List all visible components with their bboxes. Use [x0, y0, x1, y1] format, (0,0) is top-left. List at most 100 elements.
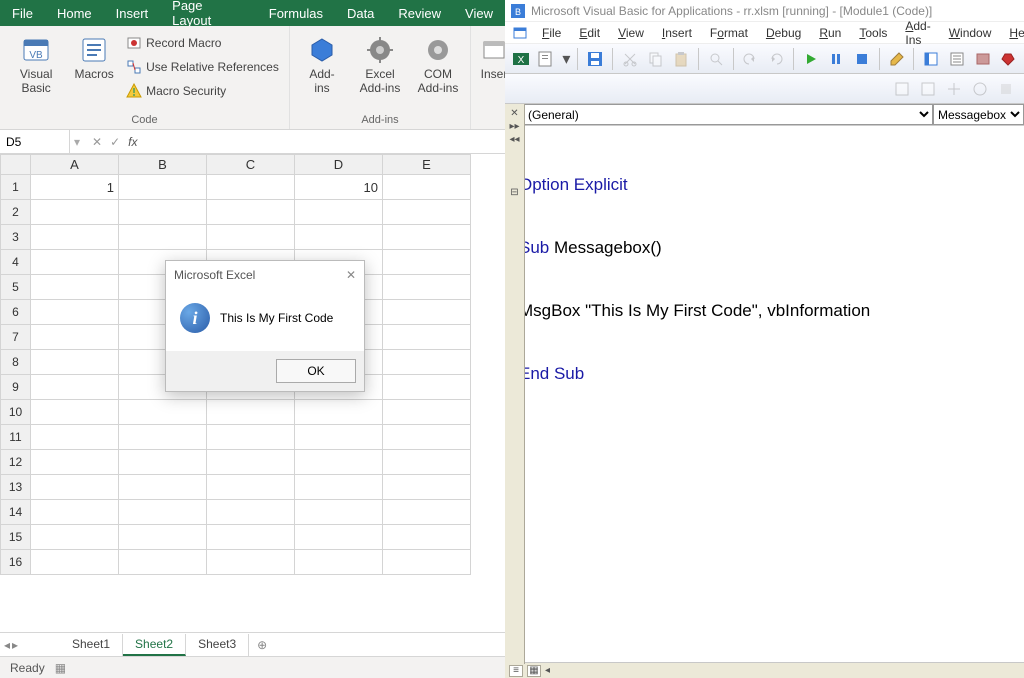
toolbox-icon[interactable]	[996, 47, 1020, 71]
ribbon-tab-review[interactable]: Review	[386, 0, 453, 26]
macro-record-status-icon[interactable]: ▦	[55, 661, 66, 675]
vba-titlebar[interactable]: B Microsoft Visual Basic for Application…	[505, 0, 1024, 22]
view-excel-icon[interactable]: X	[509, 47, 533, 71]
use-relative-references-button[interactable]: Use Relative References	[126, 56, 279, 78]
cell-A8[interactable]	[31, 350, 119, 375]
cell-E1[interactable]	[383, 175, 471, 200]
row-header-10[interactable]: 10	[1, 400, 31, 425]
cell-A12[interactable]	[31, 450, 119, 475]
visual-basic-button[interactable]: VB Visual Basic	[10, 30, 62, 108]
cell-E14[interactable]	[383, 500, 471, 525]
cell-E3[interactable]	[383, 225, 471, 250]
addins-button[interactable]: Add- ins	[296, 30, 348, 108]
vba-pane-splitter[interactable]: ✕ ▸▸ ◂◂ ⊟	[505, 104, 525, 664]
cell-D10[interactable]	[295, 400, 383, 425]
cell-A13[interactable]	[31, 475, 119, 500]
vba-menu-view[interactable]: View	[611, 24, 651, 42]
cell-E10[interactable]	[383, 400, 471, 425]
insert-module-icon[interactable]	[535, 47, 559, 71]
cell-C13[interactable]	[207, 475, 295, 500]
ribbon-tab-formulas[interactable]: Formulas	[257, 0, 335, 26]
vba-menu-format[interactable]: Format	[703, 24, 755, 42]
name-box-input[interactable]	[6, 135, 63, 149]
sheet-tab-sheet3[interactable]: Sheet3	[186, 634, 249, 656]
ribbon-tab-data[interactable]: Data	[335, 0, 386, 26]
cell-D13[interactable]	[295, 475, 383, 500]
row-header-6[interactable]: 6	[1, 300, 31, 325]
name-box[interactable]	[0, 130, 70, 153]
cell-B2[interactable]	[119, 200, 207, 225]
splitter-right-icon[interactable]: ▸▸	[509, 121, 519, 132]
cell-C12[interactable]	[207, 450, 295, 475]
cell-A11[interactable]	[31, 425, 119, 450]
cell-C11[interactable]	[207, 425, 295, 450]
cell-B16[interactable]	[119, 550, 207, 575]
project-explorer-icon[interactable]	[919, 47, 943, 71]
row-header-1[interactable]: 1	[1, 175, 31, 200]
cell-A1[interactable]: 1	[31, 175, 119, 200]
row-header-3[interactable]: 3	[1, 225, 31, 250]
column-header-E[interactable]: E	[383, 155, 471, 175]
cell-C15[interactable]	[207, 525, 295, 550]
cell-C2[interactable]	[207, 200, 295, 225]
row-header-14[interactable]: 14	[1, 500, 31, 525]
cell-A10[interactable]	[31, 400, 119, 425]
cell-A3[interactable]	[31, 225, 119, 250]
row-header-4[interactable]: 4	[1, 250, 31, 275]
column-header-C[interactable]: C	[207, 155, 295, 175]
vba-hscroll-left-icon[interactable]: ◂	[545, 665, 550, 676]
cell-B10[interactable]	[119, 400, 207, 425]
cell-D15[interactable]	[295, 525, 383, 550]
row-header-5[interactable]: 5	[1, 275, 31, 300]
cell-B3[interactable]	[119, 225, 207, 250]
run-icon[interactable]	[799, 47, 823, 71]
row-header-2[interactable]: 2	[1, 200, 31, 225]
cell-A2[interactable]	[31, 200, 119, 225]
cell-E7[interactable]	[383, 325, 471, 350]
full-module-view-icon[interactable]: ▦	[527, 665, 541, 677]
cell-B12[interactable]	[119, 450, 207, 475]
ribbon-tab-view[interactable]: View	[453, 0, 505, 26]
design-mode-icon[interactable]	[885, 47, 909, 71]
cell-A14[interactable]	[31, 500, 119, 525]
cell-C1[interactable]	[207, 175, 295, 200]
cell-D16[interactable]	[295, 550, 383, 575]
name-box-dropdown-icon[interactable]: ▾	[70, 135, 84, 149]
column-header-B[interactable]: B	[119, 155, 207, 175]
vba-menu-edit[interactable]: Edit	[572, 24, 607, 42]
fx-icon[interactable]: fx	[128, 135, 137, 149]
cell-C3[interactable]	[207, 225, 295, 250]
ribbon-tab-file[interactable]: File	[0, 0, 45, 26]
vba-menu-insert[interactable]: Insert	[655, 24, 699, 42]
cell-B15[interactable]	[119, 525, 207, 550]
cell-E5[interactable]	[383, 275, 471, 300]
cell-A16[interactable]	[31, 550, 119, 575]
row-header-8[interactable]: 8	[1, 350, 31, 375]
cell-D12[interactable]	[295, 450, 383, 475]
ribbon-tab-pagelayout[interactable]: Page Layout	[160, 0, 257, 26]
cell-E2[interactable]	[383, 200, 471, 225]
row-header-12[interactable]: 12	[1, 450, 31, 475]
vba-menu-file[interactable]: File	[535, 24, 568, 42]
cell-E11[interactable]	[383, 425, 471, 450]
cell-A4[interactable]	[31, 250, 119, 275]
cell-C16[interactable]	[207, 550, 295, 575]
row-header-13[interactable]: 13	[1, 475, 31, 500]
row-header-7[interactable]: 7	[1, 325, 31, 350]
cell-E9[interactable]	[383, 375, 471, 400]
cell-A9[interactable]	[31, 375, 119, 400]
cell-E8[interactable]	[383, 350, 471, 375]
ribbon-tab-home[interactable]: Home	[45, 0, 104, 26]
message-box-titlebar[interactable]: Microsoft Excel ✕	[166, 261, 364, 289]
cell-B1[interactable]	[119, 175, 207, 200]
object-browser-icon[interactable]	[971, 47, 995, 71]
sheet-nav-last-icon[interactable]: ▸	[12, 638, 18, 652]
cell-B14[interactable]	[119, 500, 207, 525]
procedure-view-icon[interactable]: ≡	[509, 665, 523, 677]
close-icon[interactable]: ✕	[346, 268, 356, 282]
row-header-11[interactable]: 11	[1, 425, 31, 450]
vba-menu-window[interactable]: Window	[942, 24, 999, 42]
select-all-cell[interactable]	[1, 155, 31, 175]
cell-D14[interactable]	[295, 500, 383, 525]
cell-D1[interactable]: 10	[295, 175, 383, 200]
